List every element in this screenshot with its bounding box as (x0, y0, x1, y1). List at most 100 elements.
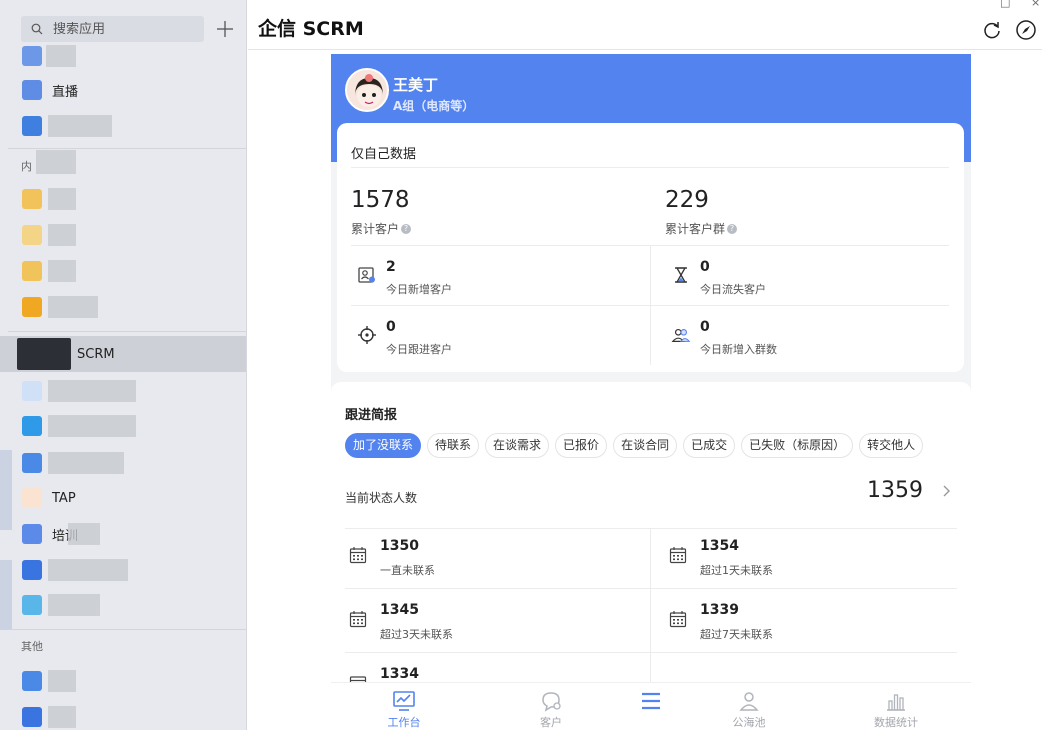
user-name: 王美丁 (393, 76, 439, 94)
app-icon (22, 453, 42, 473)
followup-title: 跟进简报 (345, 408, 398, 423)
help-icon[interactable]: ? (727, 223, 738, 234)
compass-icon[interactable] (1015, 19, 1037, 41)
blurred-label (48, 380, 136, 402)
app-label: SCRM (77, 346, 115, 362)
app-item[interactable] (0, 182, 246, 216)
tab-menu[interactable] (606, 683, 696, 730)
tab-public-pool[interactable]: 公海池 (704, 683, 794, 730)
followup-label: 超过1天未联系 (700, 564, 773, 577)
followup-item[interactable]: 1354 超过1天未联系 (665, 528, 955, 588)
chip-added-not-contacted[interactable]: 加了没联系 (345, 433, 422, 458)
metric-followed-customers[interactable]: 0 今日跟进客户 (351, 311, 641, 365)
app-item-tap[interactable]: TAP (0, 481, 246, 515)
app-item[interactable] (0, 664, 246, 698)
refresh-icon[interactable] (981, 19, 1003, 41)
blurred-label (48, 115, 112, 137)
app-item[interactable] (0, 290, 246, 324)
blurred-label (46, 45, 76, 67)
followup-item[interactable]: 1339 超过7天未联系 (665, 592, 955, 652)
data-scope-title[interactable]: 仅自己数据 (351, 143, 416, 162)
current-status-row[interactable]: 当前状态人数 1359 (345, 478, 957, 522)
total-customers-text: 累计客户 (351, 222, 400, 236)
section-label-internal: 内 (21, 160, 32, 173)
metric-value: 0 (700, 319, 710, 335)
total-customers-label: 累计客户 ? (351, 220, 412, 237)
app-item-mail[interactable] (0, 109, 246, 143)
blurred-label (48, 188, 76, 210)
divider (650, 528, 651, 682)
app-item-scrm[interactable]: SCRM (0, 336, 246, 372)
followup-item[interactable]: 1350 一直未联系 (345, 528, 635, 588)
app-icon (22, 595, 42, 615)
chip-discussing-needs[interactable]: 在谈需求 (485, 433, 550, 458)
chip-to-contact[interactable]: 待联系 (427, 433, 480, 458)
tab-label: 客户 (540, 716, 562, 729)
menu-icon (642, 692, 660, 710)
metric-new-group-members[interactable]: 0 今日新增入群数 (665, 311, 955, 365)
app-item[interactable] (0, 409, 246, 443)
app-item[interactable] (0, 588, 246, 622)
app-label: TAP (52, 490, 76, 506)
app-item[interactable] (0, 39, 246, 73)
app-item-live[interactable]: 直播 (0, 73, 246, 107)
app-icon (22, 416, 42, 436)
divider (351, 167, 949, 168)
app-item[interactable] (0, 374, 246, 408)
tab-label: 数据统计 (874, 716, 918, 729)
chip-quoted[interactable]: 已报价 (555, 433, 608, 458)
followup-label: 超过3天未联系 (380, 628, 453, 641)
chip-closed[interactable]: 已成交 (683, 433, 736, 458)
followup-label: 超过7天未联系 (700, 628, 773, 641)
app-icon (22, 707, 42, 727)
metric-label: 今日新增入群数 (700, 343, 777, 356)
app-label: 直播 (52, 84, 79, 100)
calendar-icon (669, 547, 687, 564)
title-bar: 企信 SCRM □ × (248, 0, 1042, 50)
add-app-button[interactable] (213, 17, 237, 41)
divider (345, 652, 957, 653)
tab-statistics[interactable]: 数据统计 (851, 683, 941, 730)
maximize-icon[interactable]: □ (1000, 0, 1010, 9)
app-icon (22, 524, 42, 544)
current-status-label: 当前状态人数 (345, 491, 418, 505)
tab-workbench[interactable]: 工作台 (359, 683, 449, 730)
app-item[interactable] (0, 446, 246, 480)
divider (345, 588, 957, 589)
target-icon (358, 326, 376, 344)
metric-new-customers[interactable]: 2 今日新增客户 (351, 251, 641, 305)
help-icon[interactable]: ? (401, 223, 412, 234)
metric-label: 今日新增客户 (386, 283, 452, 296)
app-icon (22, 560, 42, 580)
followup-value: 1354 (700, 538, 739, 554)
blurred-label (48, 670, 76, 692)
tab-label: 工作台 (387, 716, 421, 729)
app-item[interactable] (0, 218, 246, 252)
avatar-illustration (347, 70, 387, 110)
app-icon (22, 381, 42, 401)
avatar[interactable] (345, 68, 389, 112)
followup-item[interactable]: 1345 超过3天未联系 (345, 592, 635, 652)
blurred-label (48, 224, 76, 246)
scrm-webview: 王美丁 A组（电商等） 仅自己数据 1578 累计客户 ? 229 累计客户群 … (331, 54, 971, 730)
section-label-other: 其他 (21, 640, 43, 653)
app-item[interactable] (0, 553, 246, 587)
chip-transferred[interactable]: 转交他人 (859, 433, 924, 458)
scrm-logo-icon (17, 338, 71, 370)
total-groups-value: 229 (665, 187, 709, 213)
app-item[interactable] (0, 254, 246, 288)
blurred-label (48, 296, 98, 318)
app-item[interactable] (0, 700, 246, 730)
new-customer-icon (358, 267, 375, 283)
blurred-label (48, 559, 128, 581)
stats-card: 仅自己数据 1578 累计客户 ? 229 累计客户群 ? 2 今日新增客户 0… (337, 123, 964, 372)
tab-customers[interactable]: 客户 (506, 683, 596, 730)
blurred-label (48, 594, 100, 616)
chip-discussing-contract[interactable]: 在谈合同 (613, 433, 678, 458)
chip-failed[interactable]: 已失败（标原因） (741, 433, 854, 458)
close-icon[interactable]: × (1031, 0, 1040, 9)
app-item-training[interactable]: 培训 (0, 517, 246, 551)
search-input[interactable] (53, 21, 183, 37)
metric-lost-customers[interactable]: 0 今日流失客户 (665, 251, 955, 305)
chat-icon (542, 692, 561, 712)
